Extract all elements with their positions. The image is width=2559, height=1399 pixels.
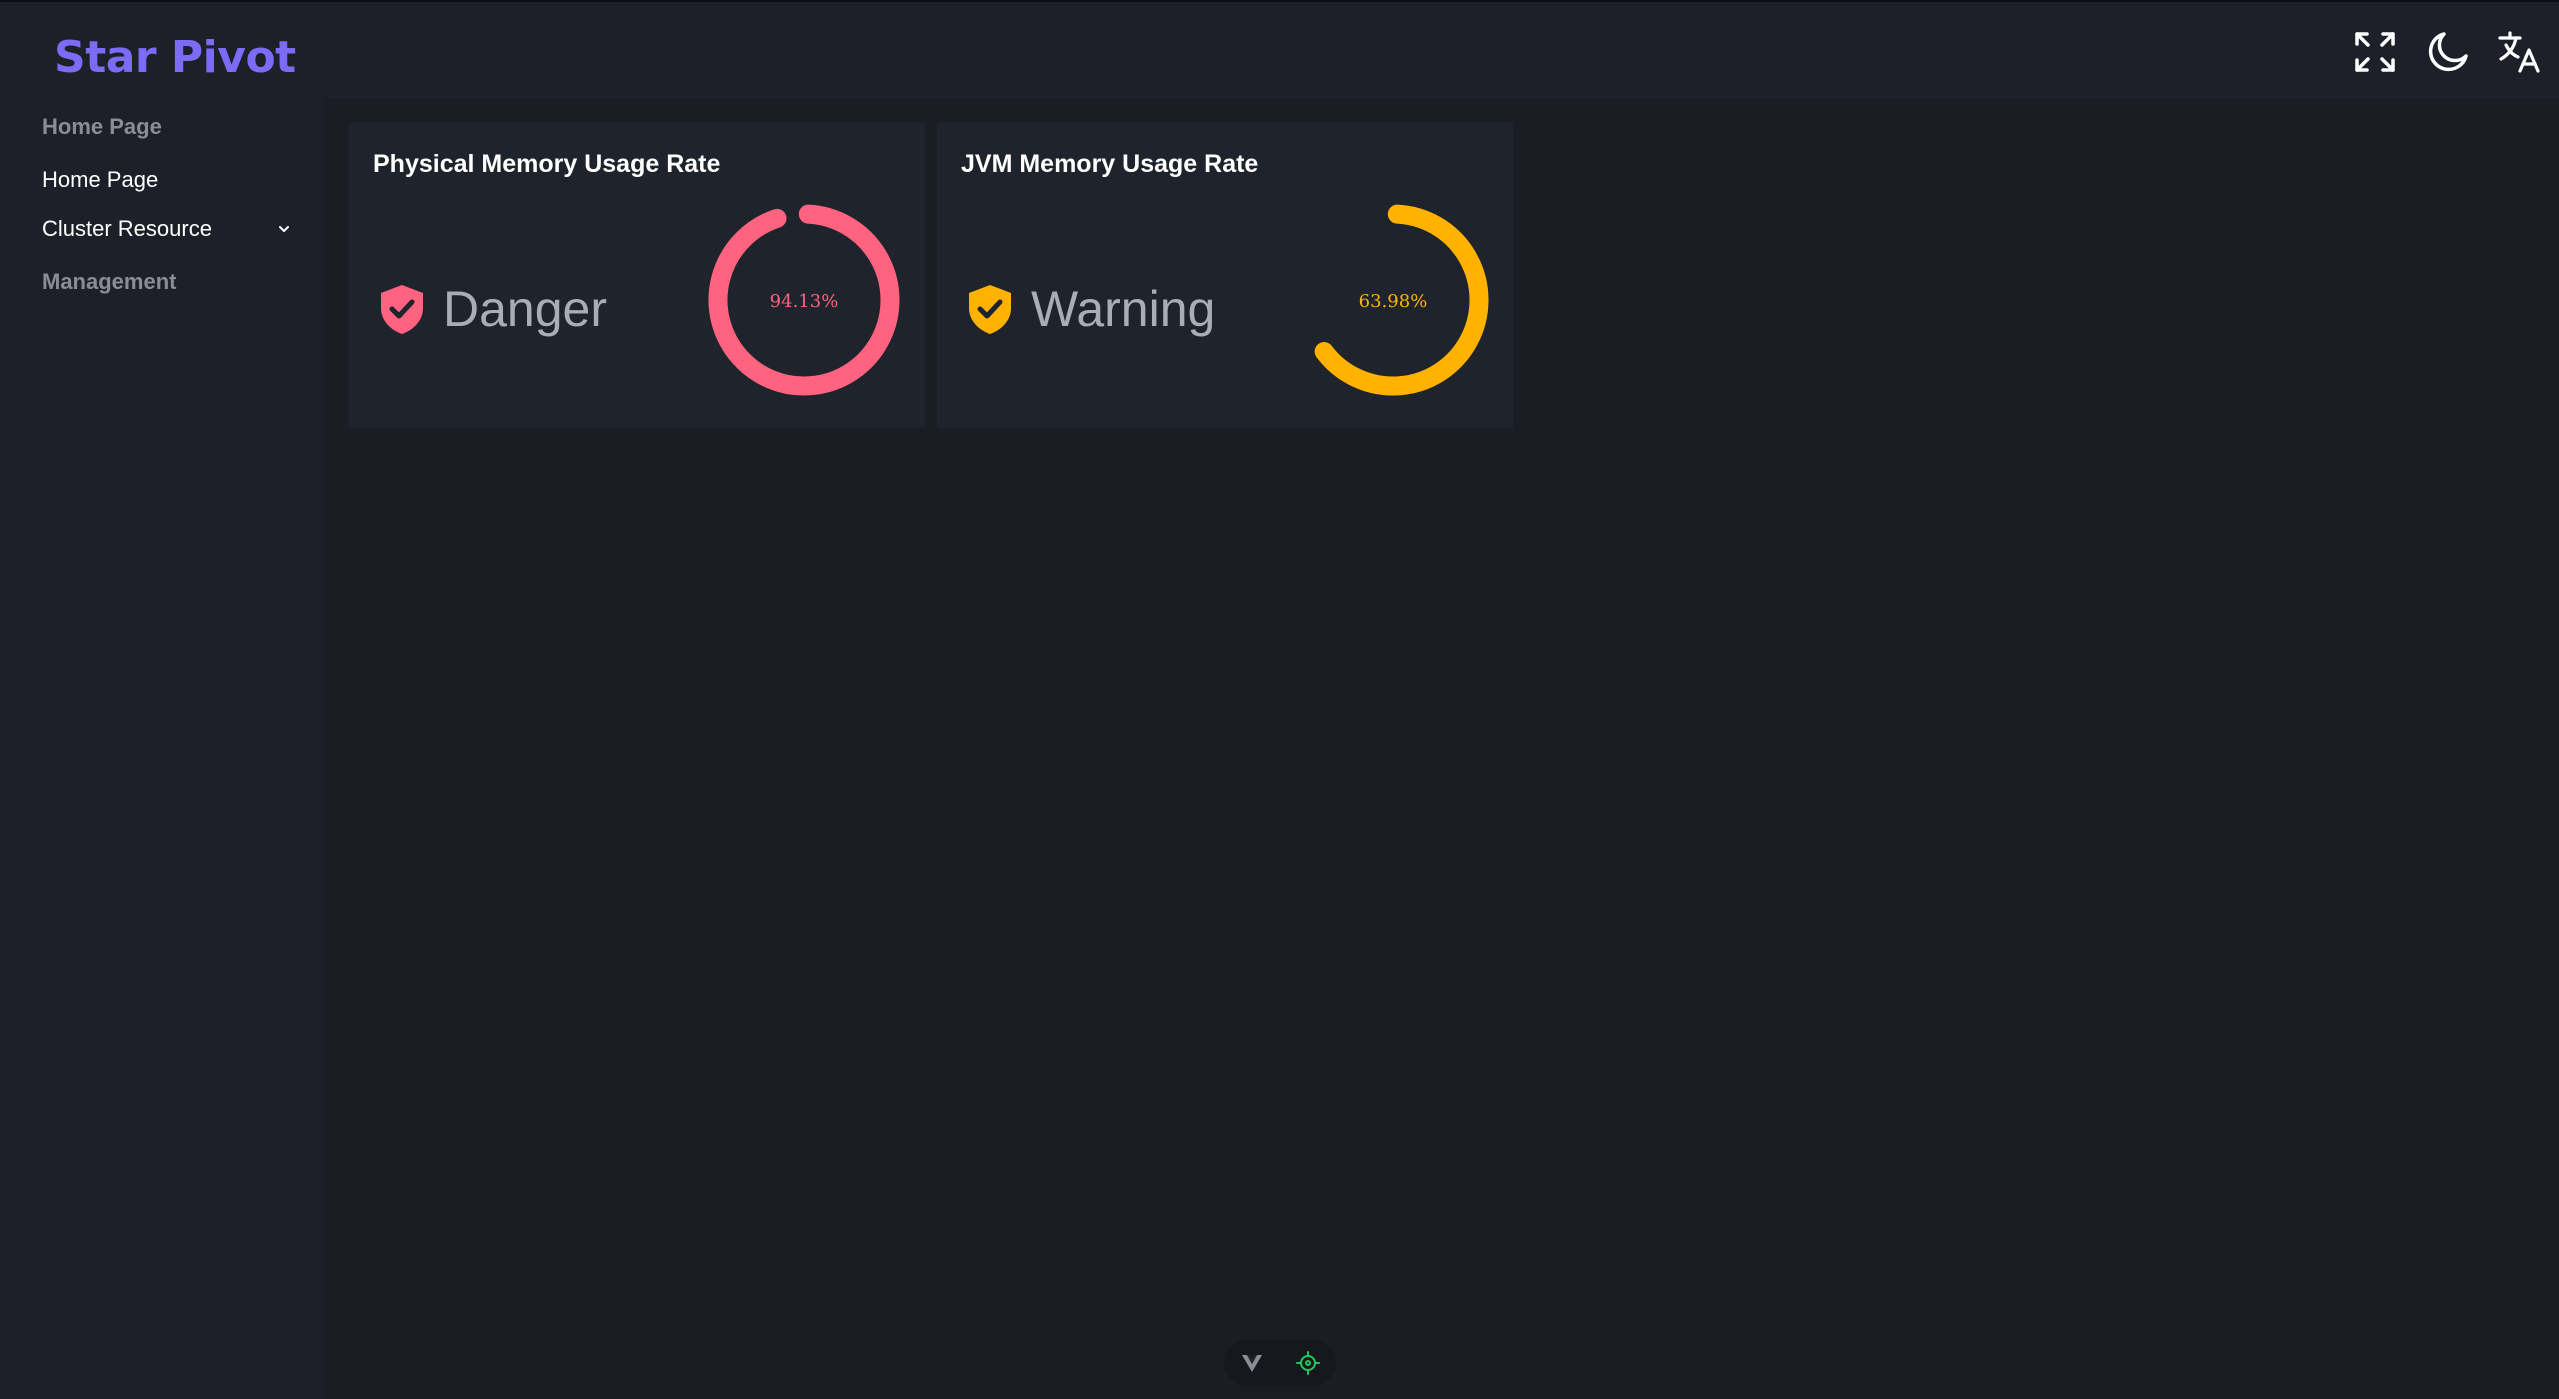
translate-icon[interactable] bbox=[2496, 28, 2544, 76]
status-indicator: Danger bbox=[377, 280, 607, 338]
physical-memory-card: Physical Memory Usage Rate Danger 94.13% bbox=[349, 122, 925, 428]
usage-gauge: 63.98% bbox=[1314, 204, 1489, 396]
sidebar-item-home-page[interactable]: Home Page bbox=[42, 167, 292, 193]
nav-group-management: Management bbox=[42, 269, 177, 294]
shield-check-icon bbox=[969, 285, 1011, 334]
sidebar: Star Pivot Home Page Home Page Cluster R… bbox=[0, 0, 324, 1399]
fullscreen-icon[interactable] bbox=[2351, 28, 2399, 76]
top-header bbox=[324, 0, 2559, 98]
card-title: JVM Memory Usage Rate bbox=[961, 150, 1259, 178]
jvm-memory-card: JVM Memory Usage Rate Warning 63.98% bbox=[937, 122, 1513, 428]
nav-group-home: Home Page bbox=[42, 114, 162, 139]
crosshair-icon[interactable] bbox=[1295, 1350, 1321, 1376]
brand-logo[interactable]: Star Pivot bbox=[54, 32, 296, 83]
sidebar-item-cluster-resource[interactable]: Cluster Resource bbox=[42, 216, 292, 242]
usage-gauge: 94.13% bbox=[708, 204, 900, 396]
gauge-value: 94.13% bbox=[770, 291, 839, 312]
vue-icon[interactable] bbox=[1239, 1350, 1265, 1376]
card-title: Physical Memory Usage Rate bbox=[373, 150, 721, 178]
sidebar-item-label: Home Page bbox=[42, 167, 159, 192]
gauge-value: 63.98% bbox=[1359, 291, 1428, 312]
shield-check-icon bbox=[381, 285, 423, 334]
status-text: Warning bbox=[1031, 281, 1216, 337]
moon-icon[interactable] bbox=[2424, 28, 2472, 76]
devtools-toggle[interactable] bbox=[1224, 1340, 1336, 1386]
sidebar-item-label: Cluster Resource bbox=[42, 216, 212, 241]
chevron-down-icon bbox=[279, 226, 289, 232]
status-text: Danger bbox=[443, 281, 607, 337]
status-indicator: Warning bbox=[965, 280, 1215, 338]
